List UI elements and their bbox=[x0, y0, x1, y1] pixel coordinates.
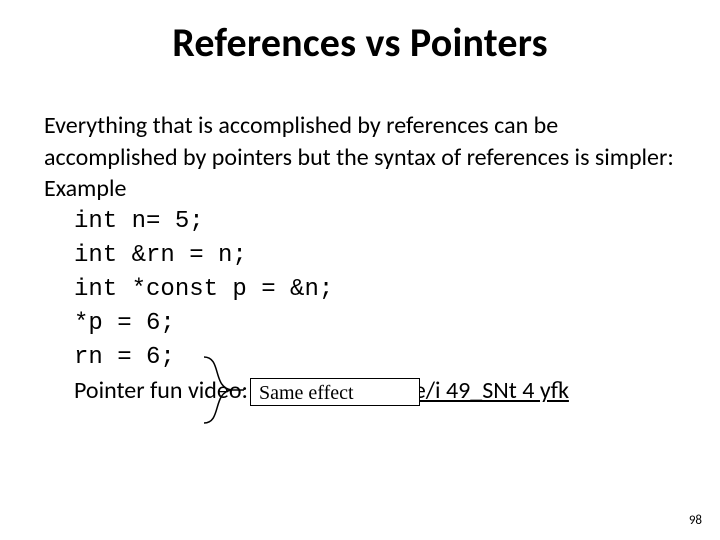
code-line-4: *p = 6; bbox=[44, 307, 684, 341]
right-brace-icon bbox=[200, 355, 244, 425]
code-line-5: rn = 6; bbox=[44, 341, 684, 375]
slide-body: Everything that is accomplished by refer… bbox=[44, 110, 684, 407]
page-number: 98 bbox=[689, 513, 702, 528]
code-line-3: int *const p = &n; bbox=[44, 273, 684, 307]
slide-title: References vs Pointers bbox=[0, 0, 720, 67]
example-label: Example bbox=[44, 173, 684, 205]
intro-text: Everything that is accomplished by refer… bbox=[44, 110, 684, 173]
callout-box: Same effect bbox=[250, 378, 420, 406]
code-line-1: int n= 5; bbox=[44, 205, 684, 239]
code-line-2: int &rn = n; bbox=[44, 239, 684, 273]
slide: References vs Pointers Everything that i… bbox=[0, 0, 720, 540]
